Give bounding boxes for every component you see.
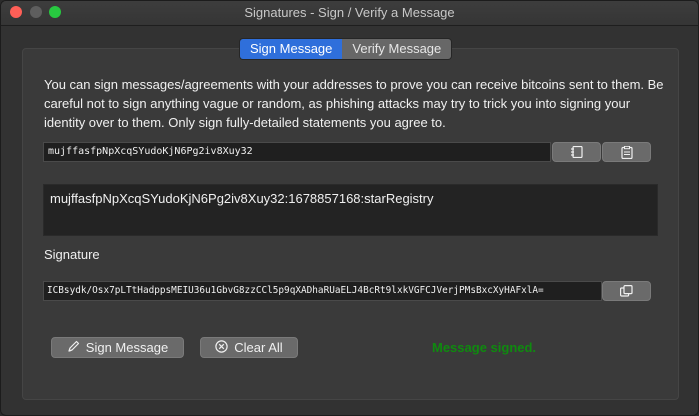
clear-all-label: Clear All xyxy=(234,340,283,355)
address-field[interactable]: mujffasfpNpXcqSYudoKjN6Pg2iv8Xuy32 xyxy=(43,142,551,162)
copy-signature-button[interactable] xyxy=(602,281,651,301)
paste-icon xyxy=(620,145,633,159)
sign-description: You can sign messages/agreements with yo… xyxy=(44,77,664,130)
signature-field[interactable]: ICBsydk/Osx7pLTtHadppsMEIU36u1GbvG8zzCCl… xyxy=(43,281,602,301)
status-message: Message signed. xyxy=(432,340,537,355)
clear-icon xyxy=(215,339,228,356)
clear-all-button[interactable]: Clear All xyxy=(200,337,298,358)
tab-verify-message[interactable]: Verify Message xyxy=(342,39,452,59)
title-bar: Signatures - Sign / Verify a Message xyxy=(1,1,698,26)
signature-label: Signature xyxy=(44,247,100,262)
tab-sign-message[interactable]: Sign Message xyxy=(240,39,343,59)
window-title: Signatures - Sign / Verify a Message xyxy=(244,5,455,20)
copy-icon xyxy=(620,285,633,297)
sign-message-button[interactable]: Sign Message xyxy=(51,337,184,358)
address-book-button[interactable] xyxy=(552,142,601,162)
message-input[interactable]: mujffasfpNpXcqSYudoKjN6Pg2iv8Xuy32:16788… xyxy=(43,184,658,236)
sign-verify-window: Signatures - Sign / Verify a Message Sig… xyxy=(0,0,699,416)
pen-icon xyxy=(67,340,80,356)
address-book-icon xyxy=(570,146,584,158)
paste-button[interactable] xyxy=(602,142,651,162)
sign-message-label: Sign Message xyxy=(85,340,169,355)
tab-bar: Sign Message Verify Message xyxy=(239,38,453,60)
